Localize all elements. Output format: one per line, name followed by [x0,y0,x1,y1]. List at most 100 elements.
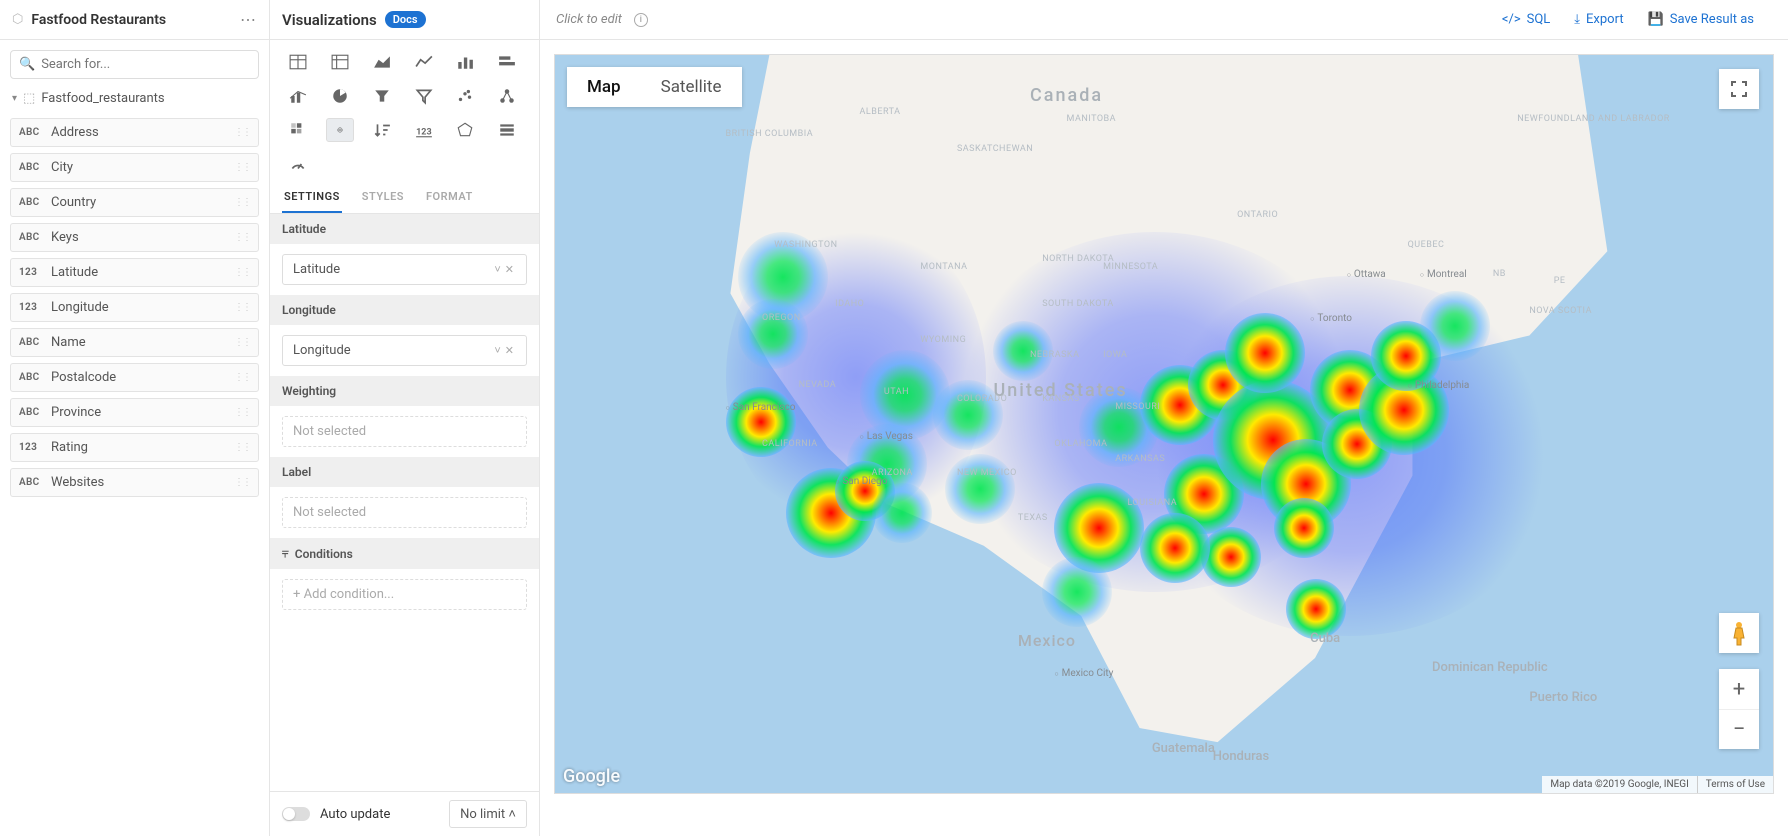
vi-pivot-icon[interactable] [326,50,354,74]
field-rating[interactable]: 123Rating⋮⋮ [10,433,259,462]
vi-line-icon[interactable] [410,50,438,74]
field-latitude[interactable]: 123Latitude⋮⋮ [10,258,259,287]
clear-icon[interactable]: ✕ [503,344,516,357]
field-name: Keys [51,230,226,245]
grip-icon[interactable]: ⋮⋮ [234,337,250,348]
add-condition-button[interactable]: + Add condition... [282,579,527,610]
project-menu-button[interactable]: ⋯ [240,10,257,29]
save-icon: 💾 [1648,12,1664,27]
search-box[interactable]: 🔍 [10,50,259,79]
limit-select[interactable]: No limit ˄ [449,800,527,828]
province-label: NEWFOUNDLAND AND LABRADOR [1517,114,1670,124]
longitude-select[interactable]: Longitude˅✕ [282,335,527,366]
map-type-map[interactable]: Map [567,67,641,107]
vi-geomap-icon[interactable] [326,118,354,142]
field-name: Rating [51,440,226,455]
save-result-button[interactable]: 💾Save Result as [1648,12,1754,27]
state-label: WYOMING [920,335,966,345]
state-label: WASHINGTON [774,240,837,250]
grip-icon[interactable]: ⋮⋮ [234,407,250,418]
grip-icon[interactable]: ⋮⋮ [234,372,250,383]
country-label: Puerto Rico [1529,690,1597,705]
zoom-out-button[interactable]: − [1719,709,1759,749]
field-address[interactable]: ABCAddress⋮⋮ [10,118,259,147]
terms-link[interactable]: Terms of Use [1697,776,1773,793]
vi-heatmap-icon[interactable] [284,118,312,142]
label-select[interactable]: Not selected [282,497,527,528]
vi-funnel-icon[interactable] [368,84,396,108]
grip-icon[interactable]: ⋮⋮ [234,442,250,453]
field-type-badge: ABC [19,127,43,138]
vi-network-icon[interactable] [493,84,521,108]
weighting-label: Weighting [270,376,539,406]
vi-bar-icon[interactable] [451,50,479,74]
grip-icon[interactable]: ⋮⋮ [234,267,250,278]
field-name[interactable]: ABCName⋮⋮ [10,328,259,357]
zoom-in-button[interactable]: + [1719,669,1759,709]
export-button[interactable]: ⤓Export [1574,12,1623,27]
state-label: NEW MEXICO [957,468,1017,478]
city-label: San Diego [835,476,887,487]
dataset-row[interactable]: ▾ ⬚ Fastfood_restaurants [10,87,259,110]
state-label: UTAH [884,387,909,397]
export-icon: ⤓ [1574,12,1580,27]
field-longitude[interactable]: 123Longitude⋮⋮ [10,293,259,322]
vi-scatter-icon[interactable] [451,84,479,108]
chevron-down-icon[interactable]: ˅ [492,263,502,276]
map[interactable]: CanadaUnited StatesMexicoCubaGuatemalaHo… [554,54,1774,794]
country-label: Canada [1030,85,1103,106]
map-attribution: Map data ©2019 Google, INEGI Terms of Us… [1542,776,1773,793]
search-input[interactable] [41,57,250,72]
province-label: QUEBEC [1408,240,1445,250]
grip-icon[interactable]: ⋮⋮ [234,127,250,138]
streetview-button[interactable] [1719,613,1759,653]
state-label: TEXAS [1018,513,1048,523]
latitude-select[interactable]: Latitude˅✕ [282,254,527,285]
vi-hbar-icon[interactable] [493,50,521,74]
vi-table-icon[interactable] [284,50,312,74]
state-label: MISSOURI [1115,402,1160,412]
map-type-satellite[interactable]: Satellite [641,67,742,107]
clear-icon[interactable]: ✕ [503,263,516,276]
vi-sort-icon[interactable] [368,118,396,142]
country-label: Cuba [1310,631,1340,646]
field-type-badge: ABC [19,162,43,173]
state-label: SOUTH DAKOTA [1042,299,1114,309]
title-editor[interactable]: Click to edit [556,12,622,27]
grip-icon[interactable]: ⋮⋮ [234,302,250,313]
vi-filter-icon[interactable] [410,84,438,108]
info-icon[interactable]: i [634,13,648,27]
weighting-select[interactable]: Not selected [282,416,527,447]
tab-format[interactable]: FORMAT [424,182,475,213]
docs-badge[interactable]: Docs [385,11,426,28]
city-label: Ottawa [1347,269,1386,280]
vi-gauge-icon[interactable] [284,152,312,176]
vi-area-icon[interactable] [368,50,396,74]
province-label: BRITISH COLUMBIA [726,129,814,139]
vi-pie-icon[interactable] [326,84,354,108]
grip-icon[interactable]: ⋮⋮ [234,477,250,488]
vi-combo-icon[interactable] [284,84,312,108]
field-province[interactable]: ABCProvince⋮⋮ [10,398,259,427]
vi-number-icon[interactable]: 123 [410,118,438,142]
vi-radar-icon[interactable] [451,118,479,142]
field-keys[interactable]: ABCKeys⋮⋮ [10,223,259,252]
field-websites[interactable]: ABCWebsites⋮⋮ [10,468,259,497]
sql-button[interactable]: </>SQL [1502,12,1550,27]
tab-settings[interactable]: SETTINGS [282,182,342,213]
vi-sankey-icon[interactable] [493,118,521,142]
grip-icon[interactable]: ⋮⋮ [234,197,250,208]
grip-icon[interactable]: ⋮⋮ [234,162,250,173]
country-label: Mexico [1018,631,1076,650]
auto-update-toggle[interactable] [282,807,310,821]
city-label: Toronto [1310,313,1352,324]
field-city[interactable]: ABCCity⋮⋮ [10,153,259,182]
grip-icon[interactable]: ⋮⋮ [234,232,250,243]
field-postalcode[interactable]: ABCPostalcode⋮⋮ [10,363,259,392]
province-label: ONTARIO [1237,210,1278,220]
fullscreen-button[interactable] [1719,69,1759,109]
field-country[interactable]: ABCCountry⋮⋮ [10,188,259,217]
chevron-down-icon[interactable]: ˅ [492,344,502,357]
visualizations-title: Visualizations [282,11,377,29]
tab-styles[interactable]: STYLES [360,182,406,213]
